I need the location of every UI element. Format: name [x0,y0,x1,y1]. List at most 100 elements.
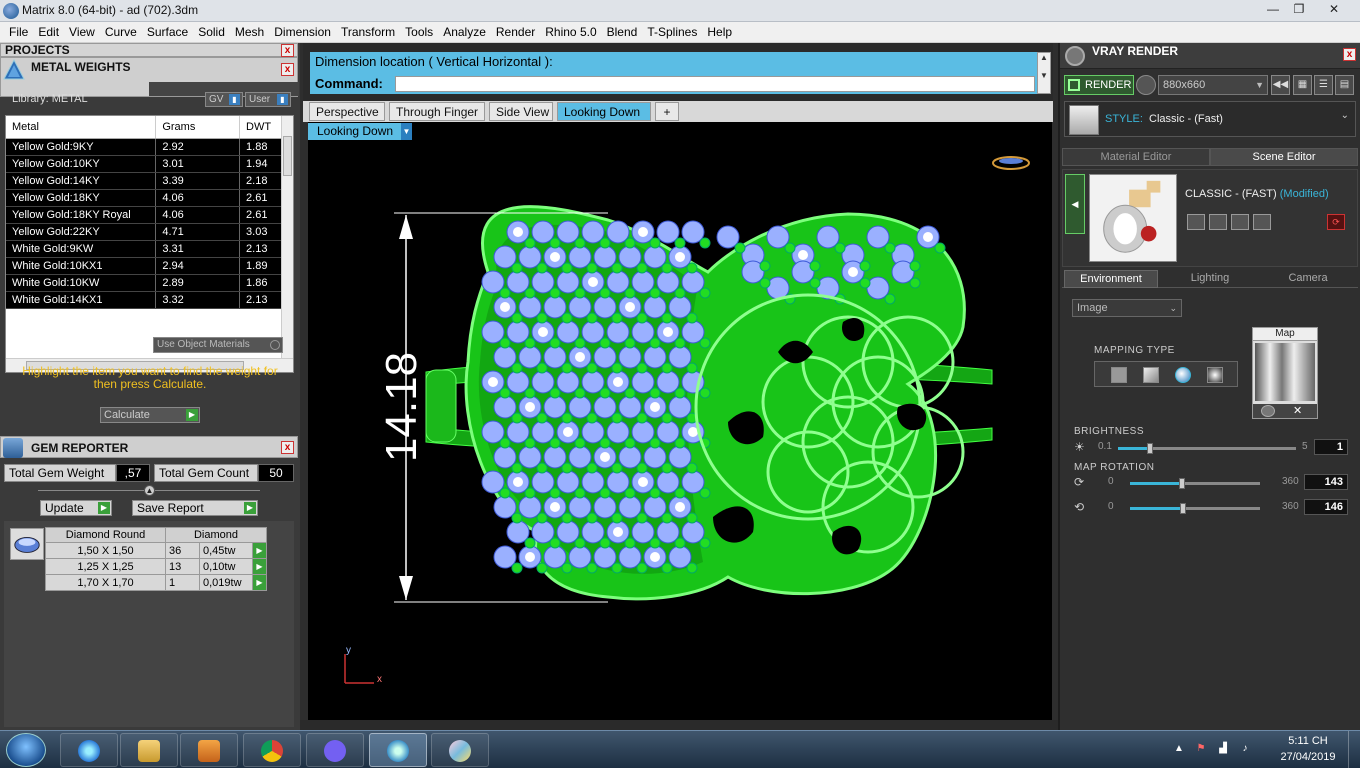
rotation-h-value[interactable]: 143 [1304,474,1348,490]
menu-dimension[interactable]: Dimension [269,25,336,39]
file-explorer-button[interactable] [120,733,178,767]
menu-tools[interactable]: Tools [400,25,438,39]
rotation-gizmo[interactable] [992,156,1030,170]
vscroll-thumb[interactable] [283,136,292,176]
update-button[interactable]: Update ▶ [40,500,112,516]
matrix-button[interactable] [369,733,427,767]
user-toggle[interactable]: User ▮ [245,92,291,107]
vray-close-icon[interactable]: x [1343,48,1356,61]
save-icon[interactable] [1187,214,1205,230]
clear-map-icon[interactable]: ✕ [1293,404,1302,417]
close-button[interactable]: ✕ [1316,0,1352,19]
menu-edit[interactable]: Edit [33,25,64,39]
show-hidden-icons-icon[interactable]: ▲ [1172,742,1186,756]
rotation-h-slider[interactable] [1130,478,1260,489]
media-player-button[interactable] [180,733,238,767]
save-as-icon[interactable] [1209,214,1227,230]
table-row[interactable]: 1,25 X 1,25 13 0,10tw ▶ [45,558,267,575]
command-input[interactable] [395,76,1035,92]
table-row[interactable]: White Gold:10KX1 2.94 1.89 [6,257,282,275]
menu-mesh[interactable]: Mesh [230,25,269,39]
brightness-thumb[interactable] [1147,443,1154,454]
tab-side-view[interactable]: Side View [489,102,553,121]
maximize-button[interactable]: ❐ [1282,0,1316,19]
pick-map-icon[interactable] [1261,405,1275,417]
angular-mapping-icon[interactable] [1207,367,1223,383]
show-desktop-button[interactable] [1348,731,1360,768]
tab-perspective[interactable]: Perspective [309,102,385,121]
table-row[interactable]: White Gold:10KW 2.89 1.86 [6,274,282,292]
menu-file[interactable]: File [4,25,33,39]
tab-scene-editor[interactable]: Scene Editor [1210,148,1358,166]
viber-button[interactable] [306,733,364,767]
col-grams[interactable]: Grams [155,116,241,139]
collapse-left-icon[interactable]: ◀ [1065,174,1085,234]
chrome-button[interactable] [243,733,301,767]
calculate-button[interactable]: Calculate ▶ [100,407,200,423]
menu-rhino[interactable]: Rhino 5.0 [540,25,601,39]
table-row[interactable]: White Gold:9KW 3.31 2.13 [6,240,282,258]
export-icon[interactable] [1253,214,1271,230]
gem-reporter-close-icon[interactable]: x [281,441,294,454]
table-row[interactable]: Yellow Gold:22KY 4.71 3.03 [6,223,282,241]
collapse-icon[interactable]: ▲ [144,485,155,496]
projects-close-icon[interactable]: x [281,44,294,57]
list-icon[interactable]: ☰ [1314,75,1333,95]
resolution-select[interactable]: 880x660 ▼ [1158,75,1268,95]
table-row[interactable]: White Gold:14KX1 3.32 2.13 [6,291,282,309]
action-center-flag-icon[interactable]: ⚑ [1194,742,1208,756]
table-row[interactable]: Yellow Gold:9KY 2.92 1.88 [6,138,282,156]
volume-icon[interactable]: ♪ [1238,742,1252,756]
frame-buffer-icon[interactable]: ▦ [1293,75,1312,95]
table-row[interactable]: 1,70 X 1,70 1 0,019tw ▶ [45,574,267,591]
internet-explorer-button[interactable] [60,733,118,767]
grid-icon[interactable]: ▤ [1335,75,1354,95]
col-metal[interactable]: Metal [6,116,157,139]
menu-blend[interactable]: Blend [602,25,643,39]
render-options-icon[interactable] [1136,75,1156,95]
render-button[interactable]: RENDER [1064,75,1134,95]
network-icon[interactable]: ▟ [1216,742,1230,756]
col-dwt[interactable]: DWT [239,116,282,139]
rotation-v-thumb[interactable] [1180,503,1187,514]
menu-transform[interactable]: Transform [336,25,400,39]
menu-tsplines[interactable]: T-Splines [642,25,702,39]
brightness-slider[interactable] [1118,443,1296,454]
rotation-h-thumb[interactable] [1179,478,1185,489]
menu-surface[interactable]: Surface [142,25,193,39]
use-object-materials-toggle[interactable]: Use Object Materials [153,337,283,353]
table-row[interactable]: Yellow Gold:14KY 3.39 2.18 [6,172,282,190]
gv-toggle[interactable]: GV ▮ [205,92,243,107]
plane-mapping-icon[interactable] [1111,367,1127,383]
paint-button[interactable] [431,733,489,767]
clock-time[interactable]: 5:11 CH [1278,735,1338,747]
start-button[interactable] [6,733,46,767]
tab-camera[interactable]: Camera [1260,270,1356,288]
table-row[interactable]: Yellow Gold:10KY 3.01 1.94 [6,155,282,173]
menu-solid[interactable]: Solid [193,25,230,39]
tab-lighting[interactable]: Lighting [1162,270,1258,288]
metal-table-vscrollbar[interactable] [281,116,293,360]
rewind-icon[interactable]: ◀◀ [1271,75,1290,95]
rotation-v-slider[interactable] [1130,503,1260,514]
clock-date[interactable]: 27/04/2019 [1270,751,1346,763]
menu-view[interactable]: View [64,25,100,39]
tab-environment[interactable]: Environment [1064,270,1158,288]
select-row-icon[interactable]: ▶ [252,558,267,575]
menu-help[interactable]: Help [702,25,737,39]
select-row-icon[interactable]: ▶ [252,542,267,559]
table-row[interactable]: 1,50 X 1,50 36 0,45tw ▶ [45,542,267,559]
viewport-label[interactable]: Looking Down ▼ [308,123,412,140]
metal-weights-close-icon[interactable]: x [281,63,294,76]
environment-type-select[interactable]: Image ⌄ [1072,299,1182,317]
map-preview[interactable]: Map ✕ [1252,327,1318,419]
viewport-looking-down[interactable]: Looking Down ▼ 14.18 y x [308,122,1052,720]
brightness-value[interactable]: 1 [1314,439,1348,455]
select-row-icon[interactable]: ▶ [252,574,267,591]
tab-looking-down[interactable]: Looking Down [557,102,651,121]
style-selector[interactable]: STYLE: Classic - (Fast) ⌄ [1064,101,1356,137]
refresh-icon[interactable]: ⟳ [1327,214,1345,230]
table-row[interactable]: Yellow Gold:18KY 4.06 2.61 [6,189,282,207]
menu-analyze[interactable]: Analyze [438,25,491,39]
table-row[interactable]: Yellow Gold:18KY Royal 4.06 2.61 [6,206,282,224]
